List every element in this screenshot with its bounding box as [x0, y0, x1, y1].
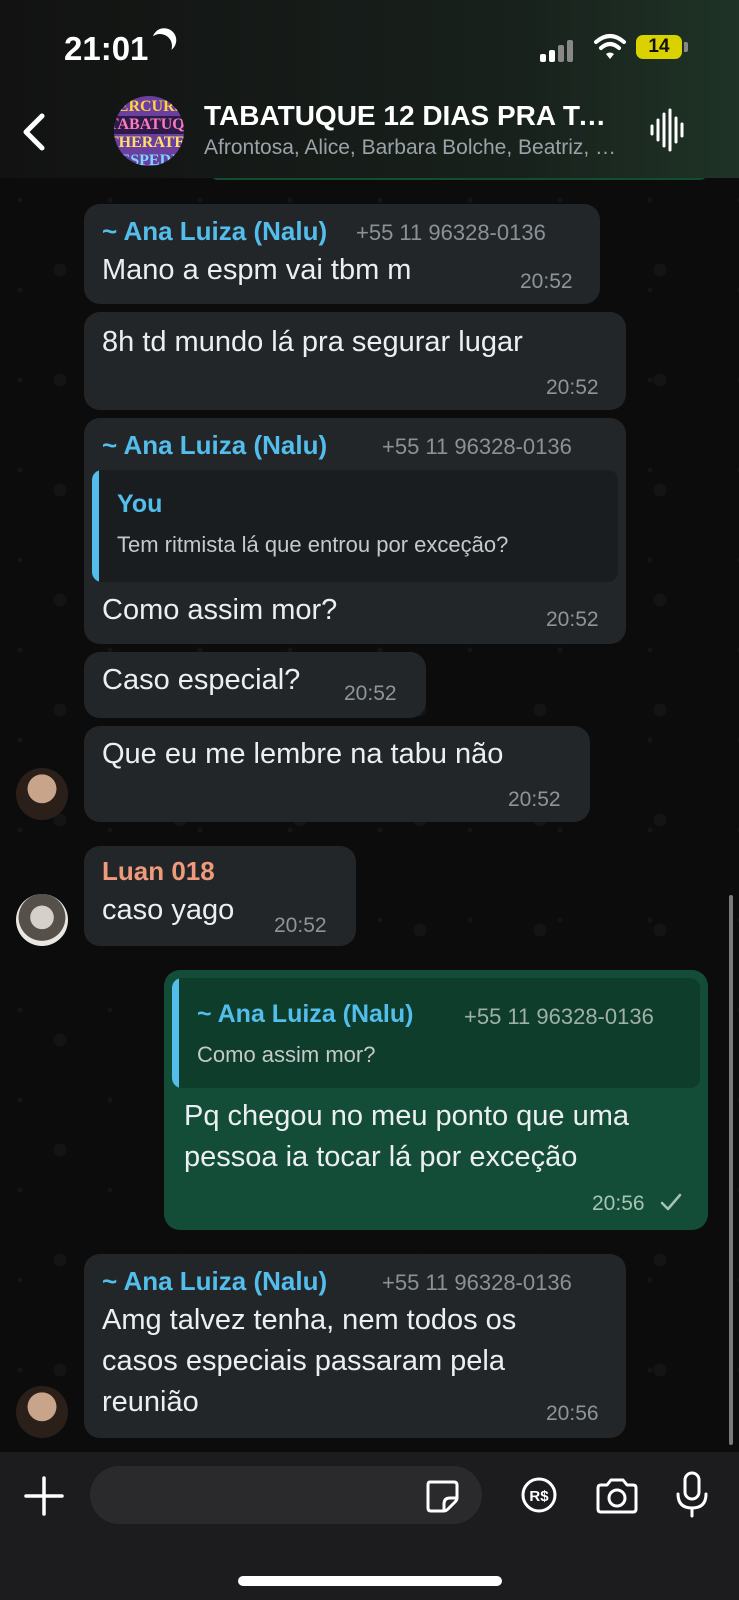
message-bubble[interactable]: 8h td mundo lá pra segurar lugar 20:52	[84, 312, 626, 410]
back-chevron-icon[interactable]	[14, 110, 54, 154]
group-avatar[interactable]: PERCURSÃO TABATUQUE THERATERA DESPEDIDA	[114, 96, 184, 166]
sticker-icon[interactable]	[424, 1478, 460, 1514]
payments-icon[interactable]: R$	[520, 1476, 558, 1514]
quoted-sender: You	[117, 490, 163, 518]
cellular-signal-icon	[540, 38, 580, 62]
message-text-line: reunião	[102, 1386, 199, 1418]
message-sender[interactable]: ~ Ana Luiza (Nalu)	[102, 1266, 327, 1297]
chat-members[interactable]: Afrontosa, Alice, Barbara Bolche, Beatri…	[204, 136, 624, 160]
message-text: Caso especial?	[102, 664, 301, 696]
message-time: 20:56	[546, 1402, 599, 1425]
chat-header[interactable]: PERCURSÃO TABATUQUE THERATERA DESPEDIDA …	[0, 88, 739, 178]
sender-avatar[interactable]	[16, 1386, 68, 1438]
message-bubble[interactable]: ~ Ana Luiza (Nalu) +55 11 96328-0136 Man…	[84, 204, 600, 304]
quoted-text: Tem ritmista lá que entrou por exceção?	[117, 532, 509, 557]
message-bubble[interactable]: Luan 018 caso yago 20:52	[84, 846, 356, 946]
composer-bar: R$	[0, 1452, 739, 1600]
message-sender[interactable]: Luan 018	[102, 856, 215, 887]
message-bubble[interactable]: Caso especial? 20:52	[84, 652, 426, 718]
avatar-text-4: DESPEDIDA	[114, 152, 184, 166]
sender-avatar[interactable]	[16, 768, 68, 820]
message-sender[interactable]: ~ Ana Luiza (Nalu)	[102, 216, 327, 247]
message-bubble[interactable]: Que eu me lembre na tabu não 20:52	[84, 726, 590, 822]
wifi-icon	[594, 34, 626, 59]
focus-moon-icon	[145, 31, 176, 62]
outgoing-message-bubble[interactable]: ~ Ana Luiza (Nalu) +55 11 96328-0136 Com…	[164, 970, 708, 1230]
battery-tip	[684, 42, 688, 52]
message-time: 20:52	[508, 788, 561, 811]
camera-icon[interactable]	[594, 1476, 640, 1516]
message-time: 20:52	[546, 608, 599, 631]
message-time: 20:52	[520, 270, 573, 293]
avatar-text-1: PERCURSÃO	[114, 98, 184, 115]
quoted-message[interactable]: ~ Ana Luiza (Nalu) +55 11 96328-0136 Com…	[172, 978, 700, 1088]
message-sender-phone: +55 11 96328-0136	[382, 434, 572, 459]
message-text: Mano a espm vai tbm m	[102, 254, 412, 286]
message-time: 20:52	[274, 914, 327, 937]
message-text: caso yago	[102, 894, 235, 926]
scrollbar[interactable]	[729, 895, 733, 1445]
sent-check-icon	[660, 1193, 682, 1211]
message-sender-phone: +55 11 96328-0136	[356, 220, 546, 245]
quote-bar	[92, 470, 99, 582]
chat-title[interactable]: TABATUQUE 12 DIAS PRA TABATUQUE	[204, 100, 624, 132]
quoted-text: Como assim mor?	[197, 1042, 376, 1067]
message-text-line: Pq chegou no meu ponto que uma	[184, 1100, 629, 1132]
message-time: 20:52	[546, 376, 599, 399]
message-text-line: Amg talvez tenha, nem todos os	[102, 1304, 517, 1336]
quote-bar	[172, 978, 179, 1088]
message-text: Como assim mor?	[102, 594, 338, 626]
message-text-line: casos especiais passaram pela	[102, 1345, 505, 1377]
message-time: 20:56	[592, 1192, 645, 1215]
battery-icon: 14	[636, 35, 682, 59]
home-indicator	[238, 1576, 502, 1586]
quoted-sender: ~ Ana Luiza (Nalu)	[197, 1000, 414, 1028]
status-bar: 21:01 14	[0, 0, 739, 90]
avatar-text-2: TABATUQUE	[114, 116, 184, 134]
quoted-sender-phone: +55 11 96328-0136	[464, 1004, 654, 1029]
message-time: 20:52	[344, 682, 397, 705]
message-bubble[interactable]: ~ Ana Luiza (Nalu) +55 11 96328-0136 You…	[84, 418, 626, 644]
svg-text:R$: R$	[529, 1488, 549, 1505]
message-text: Que eu me lembre na tabu não	[102, 738, 504, 770]
voice-chat-icon[interactable]	[648, 108, 688, 152]
status-time: 21:01	[64, 30, 149, 67]
quoted-message[interactable]: You Tem ritmista lá que entrou por exceç…	[92, 470, 618, 582]
sender-avatar[interactable]	[16, 894, 68, 946]
message-sender-phone: +55 11 96328-0136	[382, 1270, 572, 1295]
message-text-line: pessoa ia tocar lá por exceção	[184, 1141, 578, 1173]
plus-icon[interactable]	[22, 1474, 66, 1518]
message-sender[interactable]: ~ Ana Luiza (Nalu)	[102, 430, 327, 461]
message-text: 8h td mundo lá pra segurar lugar	[102, 326, 523, 358]
avatar-text-3: THERATERA	[114, 134, 184, 151]
message-bubble[interactable]: ~ Ana Luiza (Nalu) +55 11 96328-0136 Amg…	[84, 1254, 626, 1438]
microphone-icon[interactable]	[674, 1470, 710, 1520]
